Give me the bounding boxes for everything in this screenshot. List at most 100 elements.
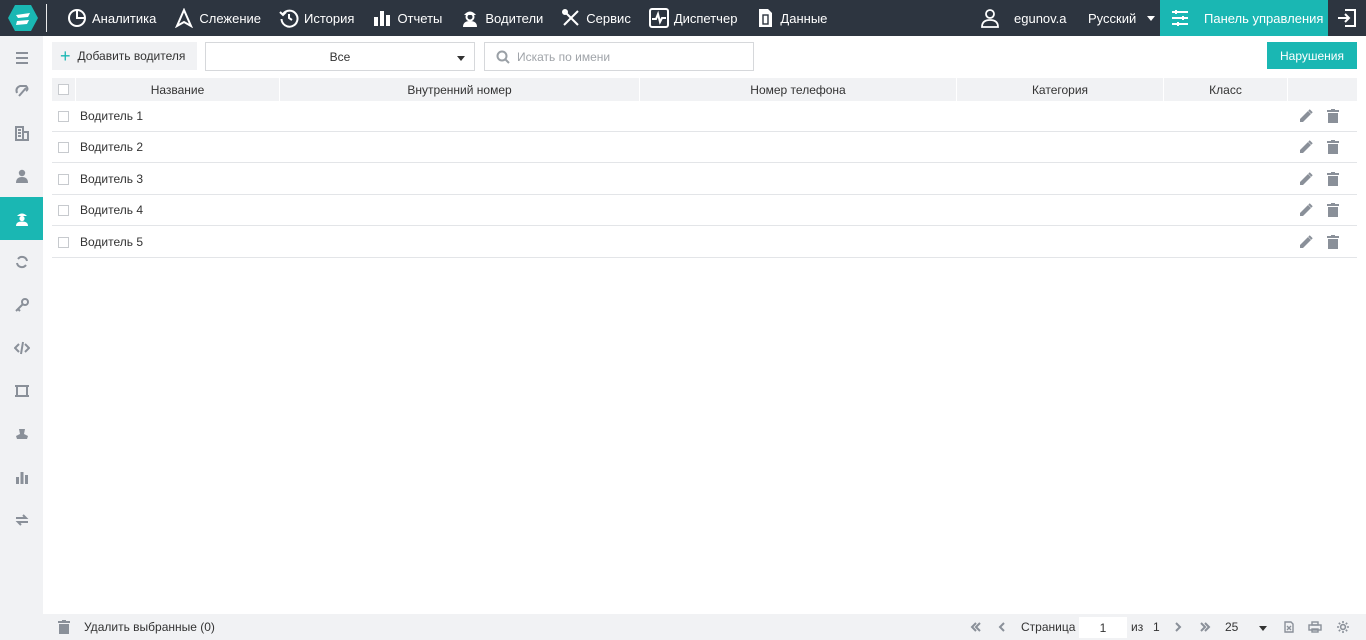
nav-reports-label: Отчеты xyxy=(397,10,443,26)
sidebar-item-statistics[interactable] xyxy=(0,455,43,498)
trash-icon[interactable] xyxy=(1327,203,1339,217)
nav-analytics-label: Аналитика xyxy=(92,10,157,26)
history-icon xyxy=(279,9,299,28)
sidebar-item-transfer[interactable] xyxy=(0,498,43,541)
column-header-label: Внутренний номер xyxy=(407,82,512,97)
bar-chart-icon xyxy=(374,11,391,26)
sidebar-item-access[interactable] xyxy=(0,283,43,326)
table-row[interactable]: Водитель 4 xyxy=(52,195,1357,226)
export-excel-button[interactable] xyxy=(1281,614,1297,640)
sidebar-item-geozones[interactable] xyxy=(0,369,43,412)
sidebar-item-api[interactable] xyxy=(0,326,43,369)
sidebar-item-users[interactable] xyxy=(0,154,43,197)
trash-icon[interactable] xyxy=(1327,172,1339,186)
page-label: Страница xyxy=(1021,620,1076,634)
nav-analytics[interactable]: Аналитика xyxy=(58,0,165,36)
search-icon xyxy=(496,50,510,64)
first-page-button[interactable] xyxy=(967,614,985,640)
last-page-button[interactable] xyxy=(1196,614,1214,640)
nav-reports[interactable]: Отчеты xyxy=(363,0,451,36)
group-filter-select[interactable]: Все xyxy=(205,42,475,71)
sidebar-item-drivers[interactable] xyxy=(0,197,43,240)
search-input[interactable] xyxy=(517,49,737,64)
row-checkbox[interactable] xyxy=(58,237,69,248)
select-all-checkbox[interactable] xyxy=(58,84,69,95)
column-header-actions xyxy=(1288,78,1357,101)
row-checkbox[interactable] xyxy=(58,142,69,153)
column-header-class[interactable]: Класс xyxy=(1164,78,1288,101)
table-row[interactable]: Водитель 1 xyxy=(52,101,1357,132)
delete-selected-button[interactable]: Удалить выбранные (0) xyxy=(58,614,215,640)
row-checkbox[interactable] xyxy=(58,111,69,122)
key-icon xyxy=(14,297,29,312)
row-checkbox[interactable] xyxy=(58,174,69,185)
add-driver-button[interactable]: + Добавить водителя xyxy=(52,42,197,70)
nav-history[interactable]: История xyxy=(270,0,363,36)
sidebar-item-sync[interactable] xyxy=(0,240,43,283)
trash-icon[interactable] xyxy=(1327,140,1339,154)
column-header-label: Категория xyxy=(1031,82,1089,97)
code-icon xyxy=(13,341,30,354)
stamp-icon xyxy=(15,428,28,439)
table-header: Название Внутренний номер Номер телефона… xyxy=(52,78,1357,101)
caret-down-icon xyxy=(1147,15,1156,21)
edit-icon[interactable] xyxy=(1299,140,1313,154)
sidebar-item-sensors[interactable] xyxy=(0,68,43,111)
logo-divider xyxy=(46,4,47,32)
edit-icon[interactable] xyxy=(1299,109,1313,123)
settings-button[interactable] xyxy=(1333,614,1353,640)
buildings-icon xyxy=(14,125,29,141)
prev-page-button[interactable] xyxy=(995,614,1009,640)
control-panel-label: Панель управления xyxy=(1204,10,1324,26)
table-row[interactable]: Водитель 5 xyxy=(52,227,1357,258)
nav-dispatcher[interactable]: Диспетчер xyxy=(640,0,747,36)
edit-icon[interactable] xyxy=(1299,172,1313,186)
column-header-internal-number[interactable]: Внутренний номер xyxy=(280,78,640,101)
column-header-name[interactable]: Название xyxy=(76,78,280,101)
driver-name: Водитель 2 xyxy=(80,140,144,154)
trash-icon[interactable] xyxy=(1327,235,1339,249)
next-page-button[interactable] xyxy=(1171,614,1185,640)
app-logo[interactable] xyxy=(8,4,38,32)
edit-icon[interactable] xyxy=(1299,203,1313,217)
nav-service[interactable]: Сервис xyxy=(552,0,640,36)
username: egunov.a xyxy=(1014,10,1067,26)
row-checkbox[interactable] xyxy=(58,205,69,216)
sidebar-item-objects[interactable] xyxy=(0,111,43,154)
user-icon xyxy=(981,9,999,28)
crop-icon xyxy=(14,384,29,397)
document-icon xyxy=(759,9,773,27)
sidebar-item-stamps[interactable] xyxy=(0,412,43,455)
excel-icon xyxy=(1284,621,1294,633)
nav-dispatcher-label: Диспетчер xyxy=(673,10,738,26)
sliders-icon xyxy=(1172,10,1188,26)
column-header-label: Класс xyxy=(1209,82,1242,97)
nav-drivers[interactable]: Водители xyxy=(451,0,552,36)
edit-icon[interactable] xyxy=(1299,235,1313,249)
column-header-category[interactable]: Категория xyxy=(957,78,1164,101)
user-icon xyxy=(15,169,28,183)
select-all-cell xyxy=(52,78,76,101)
print-button[interactable] xyxy=(1306,614,1324,640)
trash-icon[interactable] xyxy=(1327,109,1339,123)
control-panel-button[interactable]: Панель управления xyxy=(1160,0,1328,36)
violations-button[interactable]: Нарушения xyxy=(1267,42,1357,69)
table-row[interactable]: Водитель 2 xyxy=(52,132,1357,163)
nav-data-label: Данные xyxy=(780,10,828,26)
driver-name: Водитель 4 xyxy=(80,203,144,217)
of-label: из xyxy=(1131,620,1144,634)
language-select[interactable]: Русский xyxy=(1088,0,1156,36)
driver-name: Водитель 5 xyxy=(80,235,144,249)
nav-data[interactable]: Данные xyxy=(746,0,836,36)
user-menu[interactable]: egunov.a xyxy=(980,0,1067,36)
search-box xyxy=(484,42,754,71)
column-header-phone[interactable]: Номер телефона xyxy=(640,78,957,101)
table-row[interactable]: Водитель 3 xyxy=(52,164,1357,195)
nav-history-label: История xyxy=(304,10,355,26)
logout-button[interactable] xyxy=(1328,0,1366,36)
refresh-icon xyxy=(15,255,28,268)
driver-name: Водитель 1 xyxy=(80,109,144,123)
gear-icon xyxy=(1337,621,1349,633)
nav-tracking[interactable]: Слежение xyxy=(165,0,270,36)
page-number-input[interactable] xyxy=(1079,617,1127,638)
